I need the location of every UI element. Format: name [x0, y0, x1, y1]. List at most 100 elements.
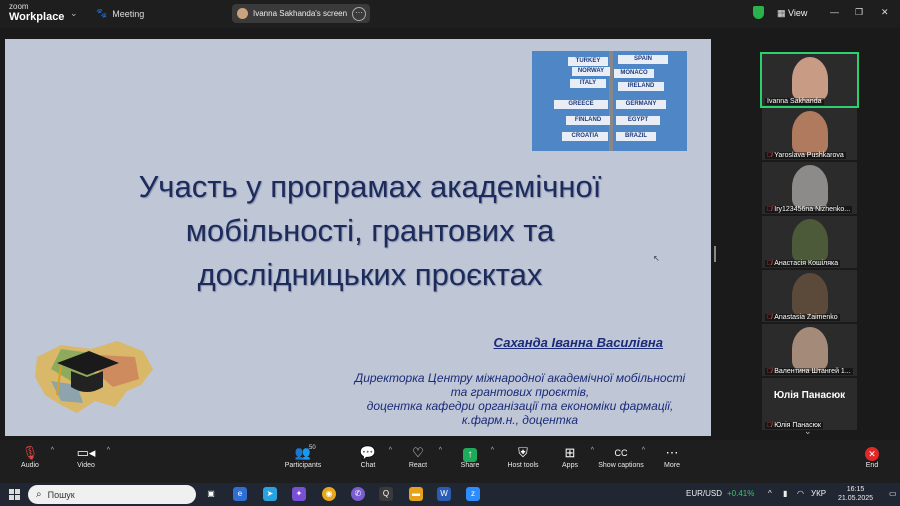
meeting-label: Meeting — [112, 8, 145, 19]
date: 21.05.2025 — [838, 495, 874, 502]
share-label: Share — [460, 462, 480, 469]
sign: EGYPT — [616, 116, 660, 125]
people-icon: 👥 — [294, 445, 312, 460]
title-bar: zoom Workplace ⌄ 🐾 Meeting Ivanna Sakhan… — [0, 0, 900, 28]
participant-name: 🎙̸ Yaroslava Pushkarova — [765, 152, 846, 159]
participant-name: 🎙̸ Anastasia Zaimenko — [765, 314, 840, 321]
participant-tile[interactable]: Ivanna Sakhanda — [760, 52, 859, 108]
sign: CROATIA — [562, 132, 608, 141]
participant-name: 🎙̸ Юлія Панасюк — [765, 422, 823, 429]
sign: SPAIN — [618, 55, 668, 64]
slide-author: Саханда Іванна Василівна — [493, 335, 663, 350]
mouse-cursor-icon: ↖ — [653, 254, 660, 263]
minimize-icon[interactable]: — — [830, 7, 839, 17]
view-button[interactable]: ▦ View — [777, 8, 807, 19]
title-line: дослідницьких проєктах — [197, 257, 543, 292]
time: 16:15 — [846, 486, 865, 493]
name-text: Yaroslava Pushkarova — [774, 152, 844, 159]
more-icon[interactable]: ··· — [352, 6, 366, 21]
folder-icon[interactable]: ▬ — [409, 487, 423, 501]
restore-icon[interactable]: ❐ — [855, 7, 863, 18]
title-line: мобільності, грантових та — [185, 213, 555, 248]
more-button[interactable]: ⋯ More — [642, 444, 702, 469]
task-view-icon[interactable]: ▣ — [204, 487, 218, 501]
chrome-icon[interactable]: ◉ — [322, 487, 336, 501]
participant-tile[interactable]: 🎙̸ Anastasia Zaimenko — [762, 270, 857, 322]
participant-name: Ivanna Sakhanda — [765, 98, 824, 105]
avatar — [237, 8, 248, 19]
end-label: End — [865, 462, 879, 469]
brand-bottom: Workplace — [9, 11, 65, 23]
meeting-tab[interactable]: 🐾 Meeting — [96, 8, 144, 19]
participant-name: 🎙̸ Валентина Штангей 1... — [765, 368, 853, 375]
edge-icon[interactable]: e — [233, 487, 247, 501]
notification-icon[interactable]: ▭ — [889, 489, 897, 498]
end-button[interactable]: ✕ End — [842, 444, 900, 469]
role-line: доцентка кафедри організації та економік… — [366, 399, 674, 413]
shield-icon[interactable] — [753, 6, 764, 19]
host-tools-label: Host tools — [507, 462, 539, 469]
participant-tile[interactable]: 🎙̸ Анастасія Кошіляка — [762, 216, 857, 268]
video-button[interactable]: ▭◂ Video ^ — [56, 444, 116, 469]
participants-button[interactable]: 👥 50 Participants — [273, 444, 333, 469]
brand-top: zoom — [9, 2, 29, 11]
sign: NORWAY — [572, 67, 610, 76]
paw-icon: 🐾 — [96, 8, 108, 18]
zoom-logo: zoom Workplace — [9, 3, 64, 23]
name-text: Валентина Штангей 1... — [774, 368, 851, 375]
chevron-down-icon[interactable]: ⌄ — [70, 8, 78, 19]
zoom-icon[interactable]: z — [466, 487, 480, 501]
sign: TURKEY — [568, 57, 608, 66]
react-label: React — [408, 462, 428, 469]
mic-muted-icon: 🎙̸ — [767, 422, 773, 429]
telegram-icon[interactable]: ➤ — [263, 487, 277, 501]
app-icon[interactable]: Q — [379, 487, 393, 501]
more-label: More — [664, 462, 680, 469]
word-icon[interactable]: W — [437, 487, 451, 501]
close-icon[interactable]: ✕ — [881, 7, 889, 18]
name-text: Анастасія Кошіляка — [774, 260, 839, 267]
participant-tile[interactable]: 🎙̸ Yaroslava Pushkarova — [762, 108, 857, 160]
react-button[interactable]: ♡ React ^ — [388, 444, 448, 469]
audio-button[interactable]: 🎙 Audio ^ — [0, 444, 60, 469]
grid-icon: ▦ — [777, 8, 789, 18]
chat-label: Chat — [360, 462, 376, 469]
currency-change: +0.41% — [727, 489, 755, 498]
search-icon: ⌕ — [36, 489, 42, 500]
sign: ITALY — [570, 79, 606, 88]
slide-title: Участь у програмах академічної мобільнос… — [65, 165, 675, 297]
participants-label: Participants — [284, 462, 322, 469]
participant-tile[interactable]: 🎙̸ Юлія Панасюк — [762, 378, 857, 430]
video-feed — [792, 57, 828, 101]
mic-muted-icon: 🎙̸ — [767, 368, 773, 375]
share-button[interactable]: ↑ Share ^ — [440, 444, 500, 469]
clock[interactable]: 16:15 21.05.2025 — [838, 485, 873, 503]
view-label: View — [788, 8, 808, 18]
map-graduation-cap-image — [35, 341, 153, 413]
chevron-up-icon[interactable]: ^ — [768, 489, 772, 498]
shared-screen: SPAIN TURKEY NORWAY MONACO ITALY IRELAND… — [5, 39, 711, 436]
language-indicator[interactable]: УКР — [811, 489, 826, 498]
close-icon: ✕ — [865, 447, 879, 461]
mic-muted-icon: 🎙̸ — [767, 314, 773, 321]
splitter-handle[interactable] — [714, 246, 716, 262]
video-feed — [792, 327, 828, 371]
taskbar-search[interactable]: ⌕ Пошук — [28, 485, 196, 504]
more-icon: ⋯ — [665, 445, 679, 460]
viber-icon[interactable]: ✆ — [351, 487, 365, 501]
chevron-down-icon[interactable]: ⌄ — [804, 426, 812, 437]
wifi-icon[interactable]: ◠ — [797, 489, 804, 498]
participant-tile[interactable]: 🎙̸ Iry123456na Nizhenko... — [762, 162, 857, 214]
windows-start-icon[interactable] — [9, 489, 20, 500]
chevron-up-icon[interactable]: ^ — [51, 447, 54, 454]
currency-label[interactable]: EUR/USD — [686, 489, 722, 498]
participant-tile[interactable]: 🎙̸ Валентина Штангей 1... — [762, 324, 857, 376]
audio-label: Audio — [21, 462, 39, 469]
apps-label: Apps — [562, 462, 578, 469]
screen-share-indicator[interactable]: Ivanna Sakhanda's screen ··· — [232, 4, 370, 23]
copilot-icon[interactable]: ✦ — [292, 487, 306, 501]
chevron-up-icon[interactable]: ^ — [107, 447, 110, 454]
signpost-image: SPAIN TURKEY NORWAY MONACO ITALY IRELAND… — [532, 51, 687, 151]
name-text: Anastasia Zaimenko — [774, 314, 838, 321]
battery-icon[interactable]: ▮ — [783, 489, 787, 498]
